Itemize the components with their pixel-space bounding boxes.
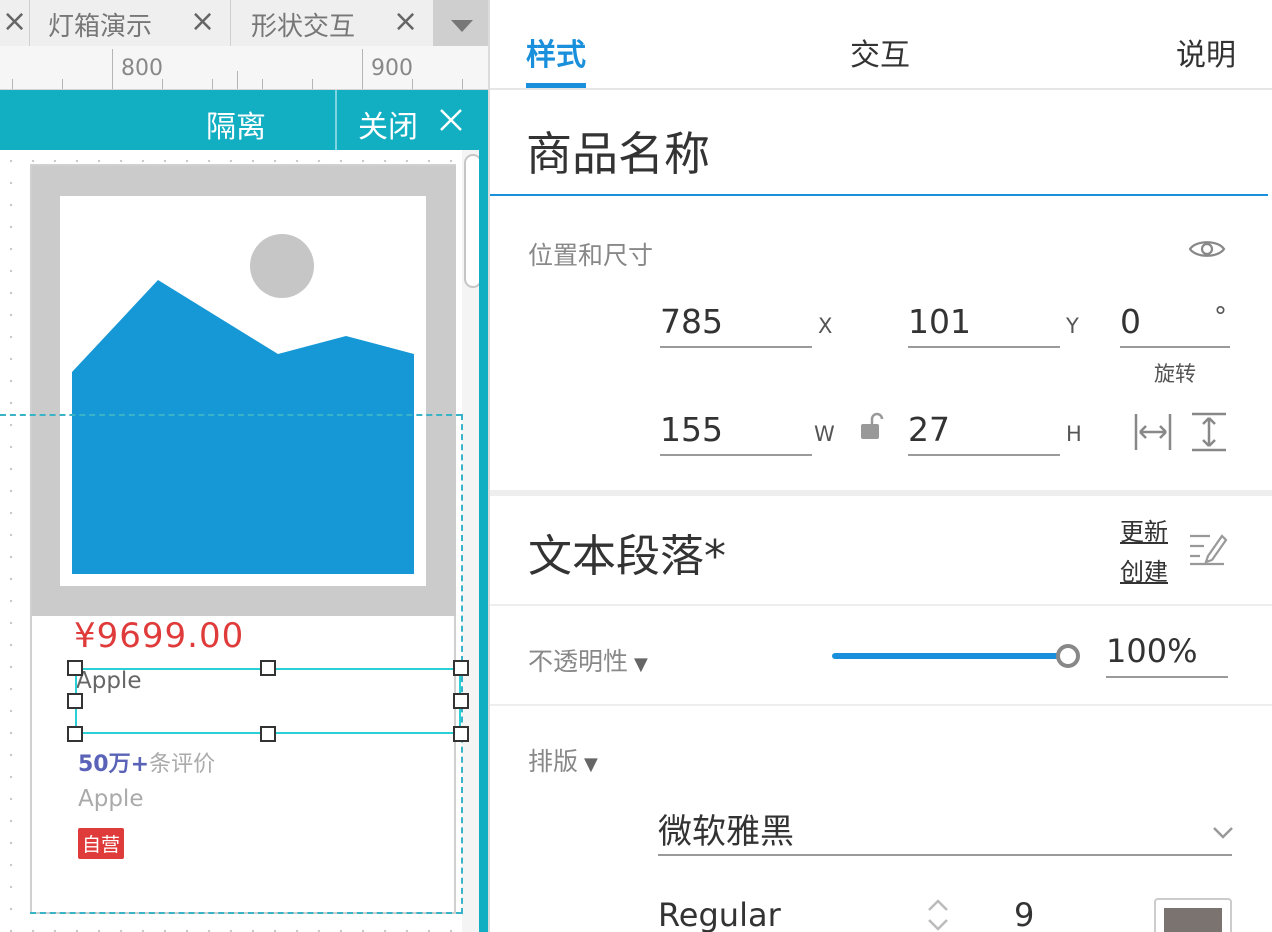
fit-width-icon[interactable] [1134, 412, 1172, 452]
font-family-select[interactable]: 微软雅黑 [658, 802, 1232, 856]
stepper-icon[interactable] [926, 898, 950, 932]
position-size-title: 位置和尺寸 [528, 241, 654, 270]
page-tab-shape-interaction[interactable]: 形状交互 × [231, 0, 434, 46]
shop-name[interactable]: Apple [78, 786, 143, 812]
selection-box[interactable] [75, 668, 461, 734]
h-label: H [1066, 422, 1082, 446]
height-input[interactable]: 27 [908, 408, 1060, 456]
text-color-picker[interactable] [1154, 898, 1232, 932]
opacity-label[interactable]: 不透明性 ▼ [528, 642, 648, 678]
section-divider [490, 704, 1272, 706]
guide-line [30, 912, 462, 914]
canvas-area: × 灯箱演示 × 形状交互 × 800 900 隔离 关闭 ¥9699.00 A… [0, 0, 488, 932]
x-label: X [818, 314, 833, 338]
close-icon[interactable]: × [190, 4, 215, 39]
width-input[interactable]: 155 [660, 408, 812, 456]
opacity-label-text: 不透明性 [528, 647, 629, 676]
typography-label-text: 排版 [528, 747, 579, 776]
horizontal-ruler: 800 900 [0, 46, 488, 90]
isolation-border [479, 150, 488, 932]
dropdown-arrow-icon: ▼ [584, 754, 598, 775]
active-tab-indicator [526, 83, 586, 88]
font-size-input[interactable]: 9 [1014, 896, 1034, 932]
product-price[interactable]: ¥9699.00 [74, 616, 244, 656]
tab-label: 形状交互 [251, 12, 356, 42]
unlock-icon[interactable] [860, 412, 884, 442]
review-suffix: 条评价 [149, 752, 216, 777]
widget-name-input[interactable]: 商品名称 [526, 118, 710, 184]
close-icon[interactable]: × [393, 4, 418, 39]
opacity-slider-handle[interactable] [1056, 644, 1080, 668]
x-input[interactable]: 785 [660, 300, 812, 348]
y-label: Y [1066, 314, 1079, 338]
typography-label[interactable]: 排版 ▼ [528, 742, 598, 778]
page-tab-lightbox[interactable]: 灯箱演示 × [30, 0, 231, 46]
self-operated-badge[interactable]: 自营 [78, 828, 125, 859]
edit-style-icon[interactable] [1188, 528, 1228, 566]
font-weight-select[interactable]: Regular [658, 896, 781, 932]
inspector-tabs: 样式 交互 说明 [490, 0, 1272, 90]
w-label: W [814, 422, 835, 446]
degree-symbol: ° [1214, 302, 1227, 332]
resize-handle[interactable] [67, 726, 83, 742]
opacity-slider-track[interactable] [832, 653, 1068, 659]
text-color-swatch [1164, 908, 1222, 932]
close-isolation-button[interactable]: 关闭 [358, 102, 418, 146]
image-placeholder-icon [72, 234, 414, 574]
product-image-placeholder[interactable] [32, 166, 456, 616]
tab-notes[interactable]: 说明 [1176, 30, 1236, 74]
update-style-link[interactable]: 更新 [1120, 512, 1168, 547]
opacity-input[interactable]: 100% [1106, 630, 1228, 678]
close-icon[interactable] [438, 107, 464, 133]
tab-list-dropdown[interactable] [434, 0, 488, 46]
chevron-down-icon [451, 20, 473, 32]
dropdown-arrow-icon: ▼ [634, 654, 648, 675]
resize-handle[interactable] [453, 693, 469, 709]
resize-handle[interactable] [67, 693, 83, 709]
resize-handle[interactable] [260, 726, 276, 742]
create-style-link[interactable]: 创建 [1120, 552, 1168, 587]
tab-style[interactable]: 样式 [526, 30, 586, 74]
divider [335, 90, 337, 150]
isolation-bar: 隔离 关闭 [0, 90, 488, 223]
eye-icon[interactable] [1188, 236, 1226, 262]
image-inner [60, 196, 426, 586]
review-number: 50万+ [78, 752, 150, 777]
ruler-mark: 900 [371, 56, 413, 81]
resize-handle[interactable] [67, 660, 83, 676]
close-icon[interactable]: × [2, 4, 27, 39]
page-tab-bar: × 灯箱演示 × 形状交互 × [0, 0, 488, 46]
guide-line [0, 414, 462, 416]
section-divider [490, 604, 1272, 606]
rotation-label: 旋转 [1154, 362, 1196, 386]
resize-handle[interactable] [453, 726, 469, 742]
section-divider [490, 490, 1272, 496]
page-tab-partial[interactable]: × [0, 0, 30, 46]
tab-label: 灯箱演示 [48, 12, 153, 42]
isolate-button[interactable]: 隔离 [206, 102, 266, 146]
style-name[interactable]: 文本段落* [528, 520, 726, 584]
resize-handle[interactable] [453, 660, 469, 676]
tab-interaction[interactable]: 交互 [850, 30, 910, 74]
resize-handle[interactable] [260, 660, 276, 676]
ruler-mark: 800 [121, 56, 163, 81]
fit-height-icon[interactable] [1190, 412, 1228, 452]
review-count[interactable]: 50万+条评价 [78, 746, 215, 778]
y-input[interactable]: 101 [908, 300, 1060, 348]
chevron-down-icon[interactable] [1212, 826, 1234, 840]
widget-name-underline [490, 194, 1268, 196]
inspector-panel: 样式 交互 说明 商品名称 位置和尺寸 785 X 101 Y 0 ° 旋转 1… [488, 0, 1272, 932]
